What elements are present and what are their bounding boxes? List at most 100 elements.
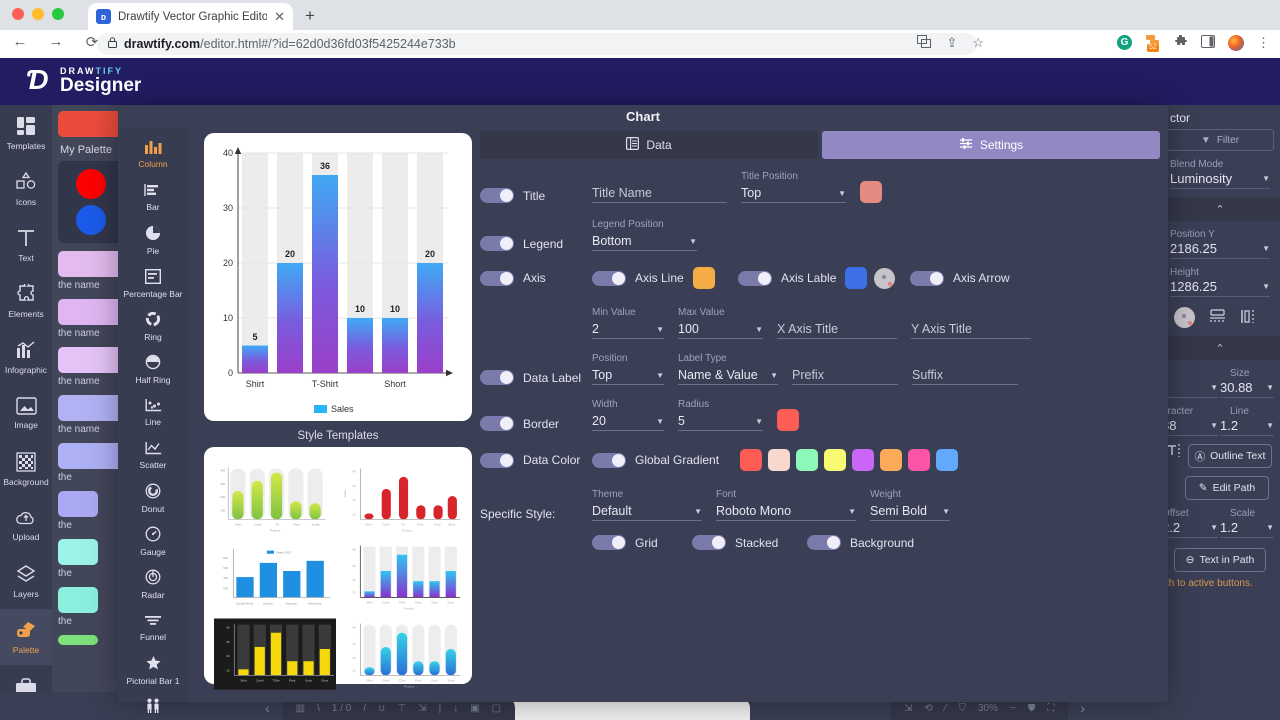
y-axis-title-input[interactable]: Y Axis Title [911, 322, 972, 336]
border-radius-select[interactable]: 5▼ [678, 412, 763, 431]
chevron-down-icon[interactable]: ▼ [1266, 383, 1274, 392]
axis-label-toggle[interactable] [738, 271, 772, 286]
theme-select[interactable]: Default▼ [592, 502, 702, 521]
border-color-swatch[interactable] [777, 409, 799, 431]
side-panel-icon[interactable] [1201, 35, 1215, 51]
browser-menu-icon[interactable]: ⋮ [1257, 35, 1270, 51]
sidebar-item-elements[interactable]: Elements [0, 273, 52, 329]
border-toggle[interactable] [480, 416, 514, 431]
share-icon[interactable]: ⇪ [946, 35, 957, 51]
sidebar-item-background[interactable]: Background [0, 441, 52, 497]
chevron-down-icon[interactable]: ▼ [1262, 282, 1270, 291]
style-template-6[interactable]: 40302010 ShirtCardiTShirPantSockShoeProd… [340, 617, 462, 691]
section-collapse-1[interactable]: ⌃ [1160, 197, 1280, 221]
list-item[interactable]: the [58, 587, 124, 627]
axis-line-color-swatch[interactable] [693, 267, 715, 289]
x-axis-title-input[interactable]: X Axis Title [777, 322, 838, 336]
ratio-icon[interactable]: ⁄ [945, 703, 947, 714]
chart-type-ring[interactable]: Ring [118, 305, 188, 348]
profile-avatar[interactable] [1228, 35, 1244, 51]
chart-type-pictorial-bar-2[interactable]: Pictorial Bar 2 [118, 692, 188, 720]
font-select[interactable]: Roboto Mono▼ [716, 502, 856, 521]
grid-toggle[interactable] [592, 535, 626, 550]
legend-toggle[interactable] [480, 236, 514, 251]
outline-text-button[interactable]: Ⓐ Outline Text [1188, 444, 1272, 468]
down-icon[interactable]: ↓ [453, 703, 458, 714]
list-item[interactable]: the [58, 491, 124, 531]
mirror-icon[interactable] [1240, 309, 1257, 327]
bar-icon[interactable]: | [439, 703, 442, 714]
edit-path-button[interactable]: ✎ Edit Path [1185, 476, 1269, 500]
sidebar-item-templates[interactable]: Templates [0, 105, 52, 161]
data-color-swatch[interactable] [908, 449, 930, 471]
data-color-swatch[interactable] [768, 449, 790, 471]
shield-icon[interactable]: ⛉ [958, 703, 966, 714]
page-icon[interactable]: ▥ [296, 703, 305, 714]
data-color-swatch[interactable] [796, 449, 818, 471]
sidebar-item-infographic[interactable]: Infographic [0, 329, 52, 385]
fit-icon[interactable]: ⇲ [904, 703, 912, 714]
background-toggle[interactable] [807, 535, 841, 550]
chevron-down-icon[interactable]: ▼ [1210, 421, 1218, 430]
section-collapse-2[interactable]: ⌃ [1160, 336, 1280, 360]
tab-settings[interactable]: Settings [822, 131, 1160, 159]
chevron-down-icon[interactable]: ▼ [1262, 174, 1270, 183]
slash-icon[interactable]: / [363, 703, 366, 714]
list-item[interactable]: the name [58, 251, 124, 291]
axis-label-picker-icon[interactable] [874, 268, 895, 289]
forward-icon[interactable]: → [46, 33, 66, 51]
scale-input[interactable]: 1.2▼ [1220, 520, 1274, 538]
border-width-select[interactable]: 20▼ [592, 412, 664, 431]
chevron-down-icon[interactable]: ▼ [1266, 523, 1274, 532]
height-input[interactable]: 1286.25 ▼ [1170, 279, 1270, 297]
list-item[interactable]: the [58, 539, 124, 579]
style-template-2[interactable]: 40302010 Sales ShirtCardiTSPantSockShoeP… [340, 461, 462, 535]
chart-type-percentage-bar[interactable]: Percentage Bar [118, 262, 188, 305]
zoom-minus-icon[interactable]: − [1010, 703, 1016, 714]
chevron-down-icon[interactable]: ▼ [1262, 244, 1270, 253]
chart-type-half-ring[interactable]: Half Ring [118, 348, 188, 391]
sidebar-item-palette[interactable]: Palette [0, 609, 52, 665]
address-bar[interactable]: drawtify.com/editor.html#/?id=62d0d36fd0… [97, 33, 977, 55]
character-input[interactable]: 88▼ [1162, 418, 1218, 436]
style-template-1[interactable]: 400300200100 ShirtCardiTSPantSocksProduc… [214, 461, 336, 535]
blend-mode-select[interactable]: Luminosity ▼ [1170, 171, 1270, 189]
style-template-4[interactable]: 40302010 ShirtCardiTShirPantS0ckShoeProd… [340, 539, 462, 613]
browser-tab[interactable]: ᴅ Drawtify Vector Graphic Editor ✕ [88, 3, 293, 30]
axis-line-toggle[interactable] [592, 271, 626, 286]
style-template-5[interactable]: 40302010 ShirtCardiTShirPantSockShoe [214, 617, 336, 691]
translate-icon[interactable] [917, 35, 931, 51]
list-item[interactable]: the [58, 443, 124, 483]
t-icon[interactable]: ⊤ [397, 703, 406, 714]
size-input[interactable]: 30.88▼ [1220, 380, 1274, 398]
data-color-swatch[interactable] [740, 449, 762, 471]
line-icon[interactable]: \ [317, 703, 320, 714]
data-label-toggle[interactable] [480, 370, 514, 385]
palette-top-swatch[interactable] [58, 111, 124, 137]
close-icon[interactable]: ✕ [274, 10, 285, 23]
chevron-down-icon[interactable]: ▼ [1210, 523, 1218, 532]
chart-preview[interactable]: 40 30 20 10 0 5 20 36 10 10 20 [204, 133, 472, 421]
close-window-button[interactable] [12, 8, 24, 20]
chevron-down-icon[interactable]: ▼ [1266, 421, 1274, 430]
puzzle-icon[interactable] [1174, 34, 1188, 51]
chart-type-pictorial-bar-1[interactable]: Pictorial Bar 1 [118, 649, 188, 692]
chart-type-radar[interactable]: Radar [118, 563, 188, 606]
flip-icon[interactable]: ⇲ [418, 703, 426, 714]
list-item[interactable]: the name [58, 299, 124, 339]
position-y-input[interactable]: 2186.25 ▼ [1170, 241, 1270, 259]
box-icon[interactable]: ▣ [470, 703, 479, 714]
list-item[interactable]: the name [58, 395, 124, 435]
tab-data[interactable]: Data [480, 131, 818, 159]
rotate-icon[interactable]: ⟲ [924, 703, 932, 714]
title-position-select[interactable]: Top▼ [741, 184, 846, 203]
app-logo[interactable]: Ɗ DRAWTIFY Designer [26, 64, 141, 95]
max-value-select[interactable]: 100▼ [678, 320, 763, 339]
data-color-swatch[interactable] [824, 449, 846, 471]
lock-icon[interactable]: ⛊ [1028, 703, 1036, 714]
chart-type-bar[interactable]: Bar [118, 176, 188, 219]
palette-color-dot[interactable] [76, 169, 106, 199]
box2-icon[interactable]: ▢ [492, 703, 501, 714]
extension-badge-icon[interactable]: 52 [1145, 35, 1161, 51]
data-color-swatch[interactable] [852, 449, 874, 471]
